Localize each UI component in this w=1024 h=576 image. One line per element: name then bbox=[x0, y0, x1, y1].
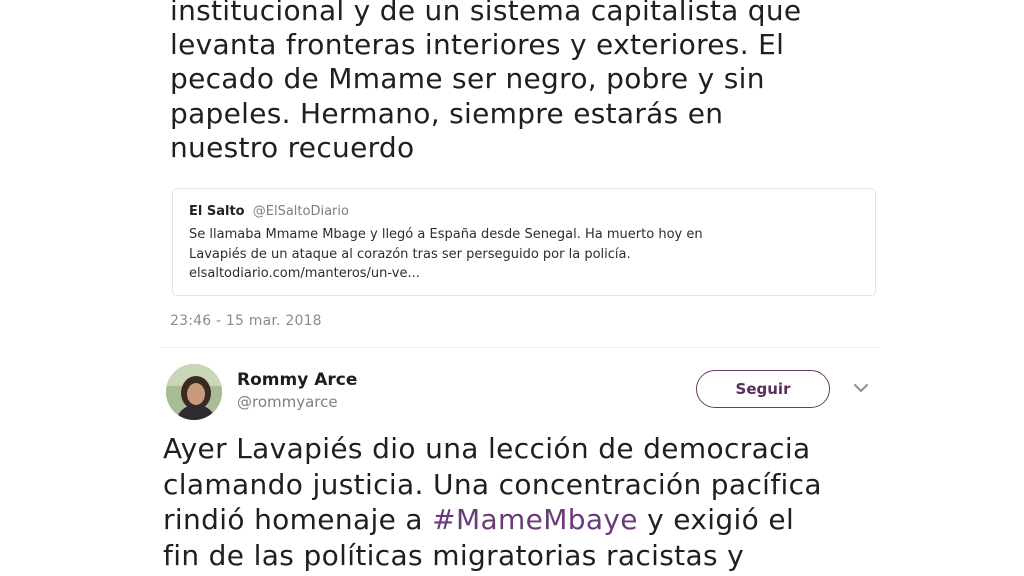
tweet-text-line: papeles. Hermano, siempre estarás en bbox=[170, 96, 724, 130]
chevron-down-icon[interactable] bbox=[852, 381, 870, 395]
tweet-text-line: pecado de Mmame ser negro, pobre y sin bbox=[170, 62, 765, 96]
tweet-text-line: fin de las políticas migratorias racista… bbox=[163, 538, 745, 572]
tweet-text-line: levanta fronteras interiores y exteriore… bbox=[170, 28, 785, 62]
tweet-text-line: Ayer Lavapiés dio una lección de democra… bbox=[163, 432, 811, 465]
tweet-text: Ayer Lavapiés dio una lección de democra… bbox=[163, 431, 943, 573]
quoted-text-line: Lavapiés de un ataque al corazón tras se… bbox=[189, 246, 631, 262]
quoted-tweet-card[interactable]: El Salto @ElSaltoDiario Se llamaba Mmame… bbox=[172, 188, 876, 296]
tweet-text-line: nuestro recuerdo bbox=[170, 130, 415, 164]
avatar[interactable] bbox=[166, 364, 222, 420]
author-name[interactable]: Rommy Arce bbox=[237, 370, 357, 390]
quoted-tweet-header: El Salto @ElSaltoDiario bbox=[189, 203, 875, 221]
quoted-tweet-text: Se llamaba Mmame Mbage y llegó a España … bbox=[189, 225, 875, 284]
avatar-image bbox=[166, 364, 222, 420]
quoted-text-line: Se llamaba Mmame Mbage y llegó a España … bbox=[189, 227, 703, 242]
tweet-text-segment: y exigió el bbox=[637, 503, 795, 536]
tweet-text-line: rindió homenaje a #MameMbaye y exigió el bbox=[163, 502, 943, 538]
tweet-timestamp[interactable]: 23:46 - 15 mar. 2018 bbox=[170, 313, 322, 329]
quoted-author-handle: @ElSaltoDiario bbox=[252, 204, 349, 219]
tweet-text-line: institucional y de un sistema capitalist… bbox=[170, 0, 802, 27]
follow-button[interactable]: Seguir bbox=[696, 370, 830, 408]
tweet-divider bbox=[162, 347, 878, 348]
tweet-text-line: clamando justicia. Una concentración pac… bbox=[163, 467, 822, 501]
quoted-author-name: El Salto bbox=[189, 204, 245, 219]
quoted-link[interactable]: elsaltodiario.com/manteros/un-ve... bbox=[189, 264, 875, 284]
hashtag-link[interactable]: #MameMbaye bbox=[432, 503, 638, 536]
tweet-text-segment: rindió homenaje a bbox=[163, 503, 433, 536]
author-handle[interactable]: @rommyarce bbox=[237, 393, 338, 411]
tweet-text: institucional y de un sistema capitalist… bbox=[170, 0, 890, 165]
